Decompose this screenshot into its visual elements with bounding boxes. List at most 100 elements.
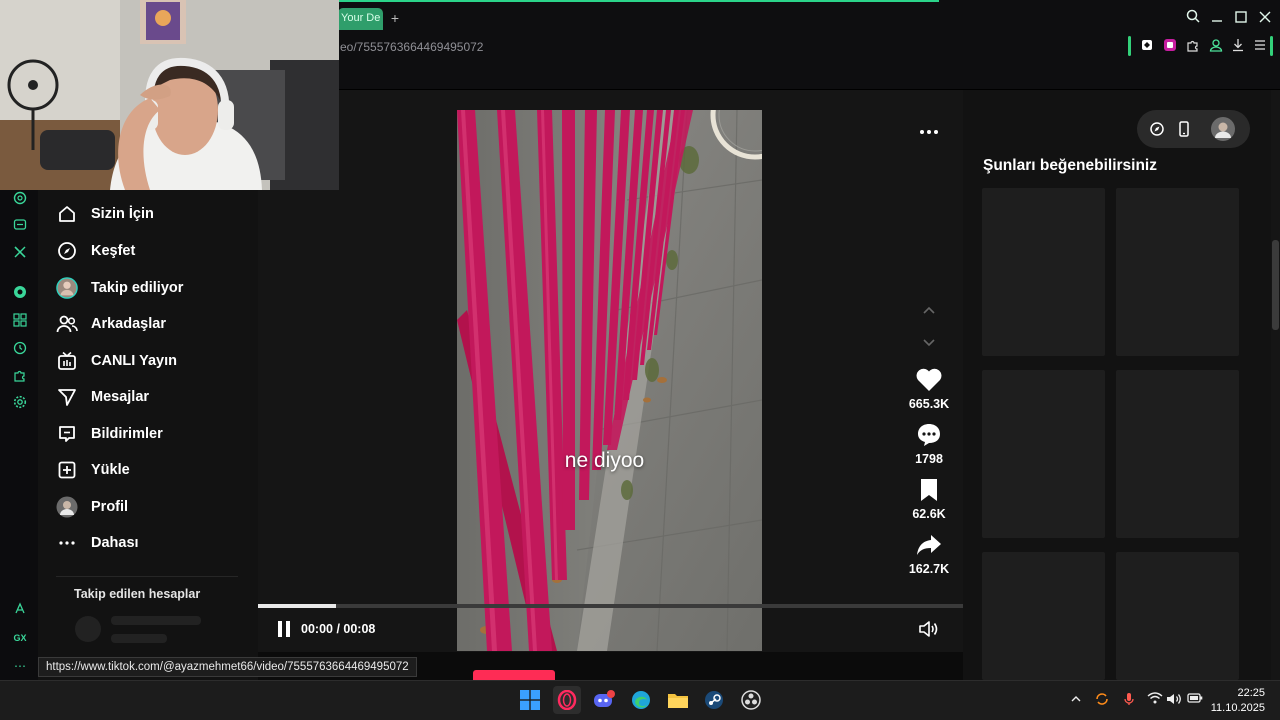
workspaces-icon[interactable] <box>10 312 30 332</box>
nav-label: Bildirimler <box>91 426 163 442</box>
file-explorer-icon[interactable] <box>664 686 692 714</box>
microphone-tray-icon[interactable] <box>1121 692 1137 708</box>
notifications-icon <box>56 423 78 445</box>
video-progress-bar[interactable] <box>258 604 963 608</box>
nav-divider <box>56 576 238 577</box>
steam-icon[interactable] <box>700 686 728 714</box>
pause-button[interactable] <box>275 620 293 638</box>
page-scrollbar[interactable] <box>1271 90 1280 680</box>
like-count: 665.3K <box>908 397 950 411</box>
nav-label: Takip ediliyor <box>91 280 184 296</box>
download-icon[interactable] <box>1229 38 1247 56</box>
account-skeleton-avatar <box>75 616 101 642</box>
nav-label: Sizin İçin <box>91 206 154 222</box>
share-count: 162.7K <box>908 562 950 576</box>
close-window-button[interactable] <box>1256 9 1274 27</box>
bookmark-icon <box>903 476 955 504</box>
spotify-icon[interactable] <box>10 284 30 304</box>
mobile-app-icon[interactable] <box>1176 121 1192 142</box>
nav-item-profile[interactable]: Profil <box>56 493 128 521</box>
nav-label: Yükle <box>91 462 130 478</box>
video-progress-fill <box>258 604 336 608</box>
nav-item-notifications[interactable]: Bildirimler <box>56 420 163 448</box>
nav-item-friends[interactable]: Arkadaşlar <box>56 310 166 338</box>
video-caption: ne diyoo <box>564 449 645 472</box>
battery-tray-icon[interactable] <box>1187 692 1203 708</box>
opera-gx-icon[interactable] <box>553 686 581 714</box>
tray-overflow-chevron-icon[interactable] <box>1068 692 1084 708</box>
user-avatar[interactable] <box>1211 117 1235 146</box>
previous-video-chevron-up-icon[interactable] <box>919 303 939 317</box>
page-scrollbar-thumb[interactable] <box>1272 240 1279 330</box>
gx-corner-icon[interactable]: GX <box>10 628 30 648</box>
suggestions-title: Şunları beğenebilirsiniz <box>983 157 1157 174</box>
easy-setup-menu-icon[interactable] <box>1251 38 1269 56</box>
maximize-button[interactable] <box>1232 9 1250 27</box>
taskbar-clock-date[interactable]: 11.10.2025 <box>1205 702 1265 714</box>
comment-button[interactable]: 1798 <box>903 421 955 466</box>
sync-tray-icon[interactable] <box>1094 692 1110 708</box>
url-text[interactable]: eo/7555763664469495072 <box>340 40 483 54</box>
live-icon <box>56 350 78 372</box>
nav-item-live[interactable]: CANLI Yayın <box>56 347 177 375</box>
suggestion-card[interactable] <box>1116 188 1239 356</box>
compass-icon <box>56 240 78 262</box>
nav-item-more[interactable]: Dahası <box>56 529 139 557</box>
volume-button[interactable] <box>918 619 940 639</box>
toolbar-accent-divider-right <box>1270 36 1273 56</box>
nav-item-upload[interactable]: Yükle <box>56 456 130 484</box>
video-player[interactable]: ne diyoo <box>457 110 762 651</box>
webcam-overlay <box>0 0 339 190</box>
explore-compass-icon[interactable] <box>1149 121 1165 142</box>
minimize-button[interactable] <box>1208 9 1226 27</box>
suggestion-card[interactable] <box>982 552 1105 680</box>
wifi-tray-icon[interactable] <box>1147 692 1163 708</box>
home-icon <box>56 203 78 225</box>
extensions-icon[interactable] <box>10 367 30 387</box>
comment-count: 1798 <box>915 452 943 466</box>
obs-icon[interactable] <box>737 686 765 714</box>
new-tab-button[interactable]: + <box>387 9 403 27</box>
next-video-chevron-down-icon[interactable] <box>919 336 939 350</box>
suggestion-card[interactable] <box>1116 370 1239 538</box>
chatgpt-icon[interactable] <box>10 190 30 210</box>
x-twitter-icon[interactable] <box>10 244 30 264</box>
discord-icon[interactable] <box>590 686 618 714</box>
tiktok-nav: Sizin İçin Keşfet Takip ediliyor Arkadaş… <box>38 190 258 680</box>
upload-accent-button[interactable] <box>473 670 555 680</box>
puzzle-extensions-icon[interactable] <box>1184 38 1202 56</box>
like-button[interactable]: 665.3K <box>903 366 955 411</box>
share-button[interactable]: 162.7K <box>903 531 955 576</box>
opera-sidebar: GX ⋯ <box>0 190 38 680</box>
settings-gear-icon[interactable] <box>10 394 30 414</box>
video-frame <box>457 110 762 651</box>
edge-icon[interactable] <box>627 686 655 714</box>
bookmark-count: 62.6K <box>912 507 946 521</box>
nav-item-explore[interactable]: Keşfet <box>56 237 135 265</box>
active-tab-accent <box>339 0 939 2</box>
taskbar-clock-time[interactable]: 22:25 <box>1229 687 1265 699</box>
messenger-icon[interactable] <box>10 217 30 237</box>
more-options-button[interactable] <box>918 124 940 138</box>
account-icon[interactable] <box>1207 38 1225 56</box>
extension-icon[interactable] <box>1161 38 1179 56</box>
suggestion-card[interactable] <box>982 188 1105 356</box>
wallet-extension-icon[interactable] <box>1138 38 1156 56</box>
nav-label: Dahası <box>91 535 139 551</box>
suggestion-card[interactable] <box>1116 552 1239 680</box>
aria-icon[interactable] <box>10 601 30 621</box>
nav-item-messages[interactable]: Mesajlar <box>56 383 149 411</box>
sidebar-more-icon[interactable]: ⋯ <box>10 656 30 676</box>
more-icon <box>56 532 78 554</box>
speaker-tray-icon[interactable] <box>1166 692 1182 708</box>
search-tabs-icon[interactable] <box>1184 9 1202 27</box>
active-tab[interactable]: Your De <box>338 8 383 30</box>
windows-start-icon[interactable] <box>516 686 544 714</box>
history-icon[interactable] <box>10 340 30 360</box>
suggestion-card[interactable] <box>982 370 1105 538</box>
account-skeleton-line <box>111 634 167 643</box>
bookmark-button[interactable]: 62.6K <box>903 476 955 521</box>
share-icon <box>903 531 955 559</box>
nav-item-following[interactable]: Takip ediliyor <box>56 274 183 302</box>
nav-item-for-you[interactable]: Sizin İçin <box>56 200 154 228</box>
